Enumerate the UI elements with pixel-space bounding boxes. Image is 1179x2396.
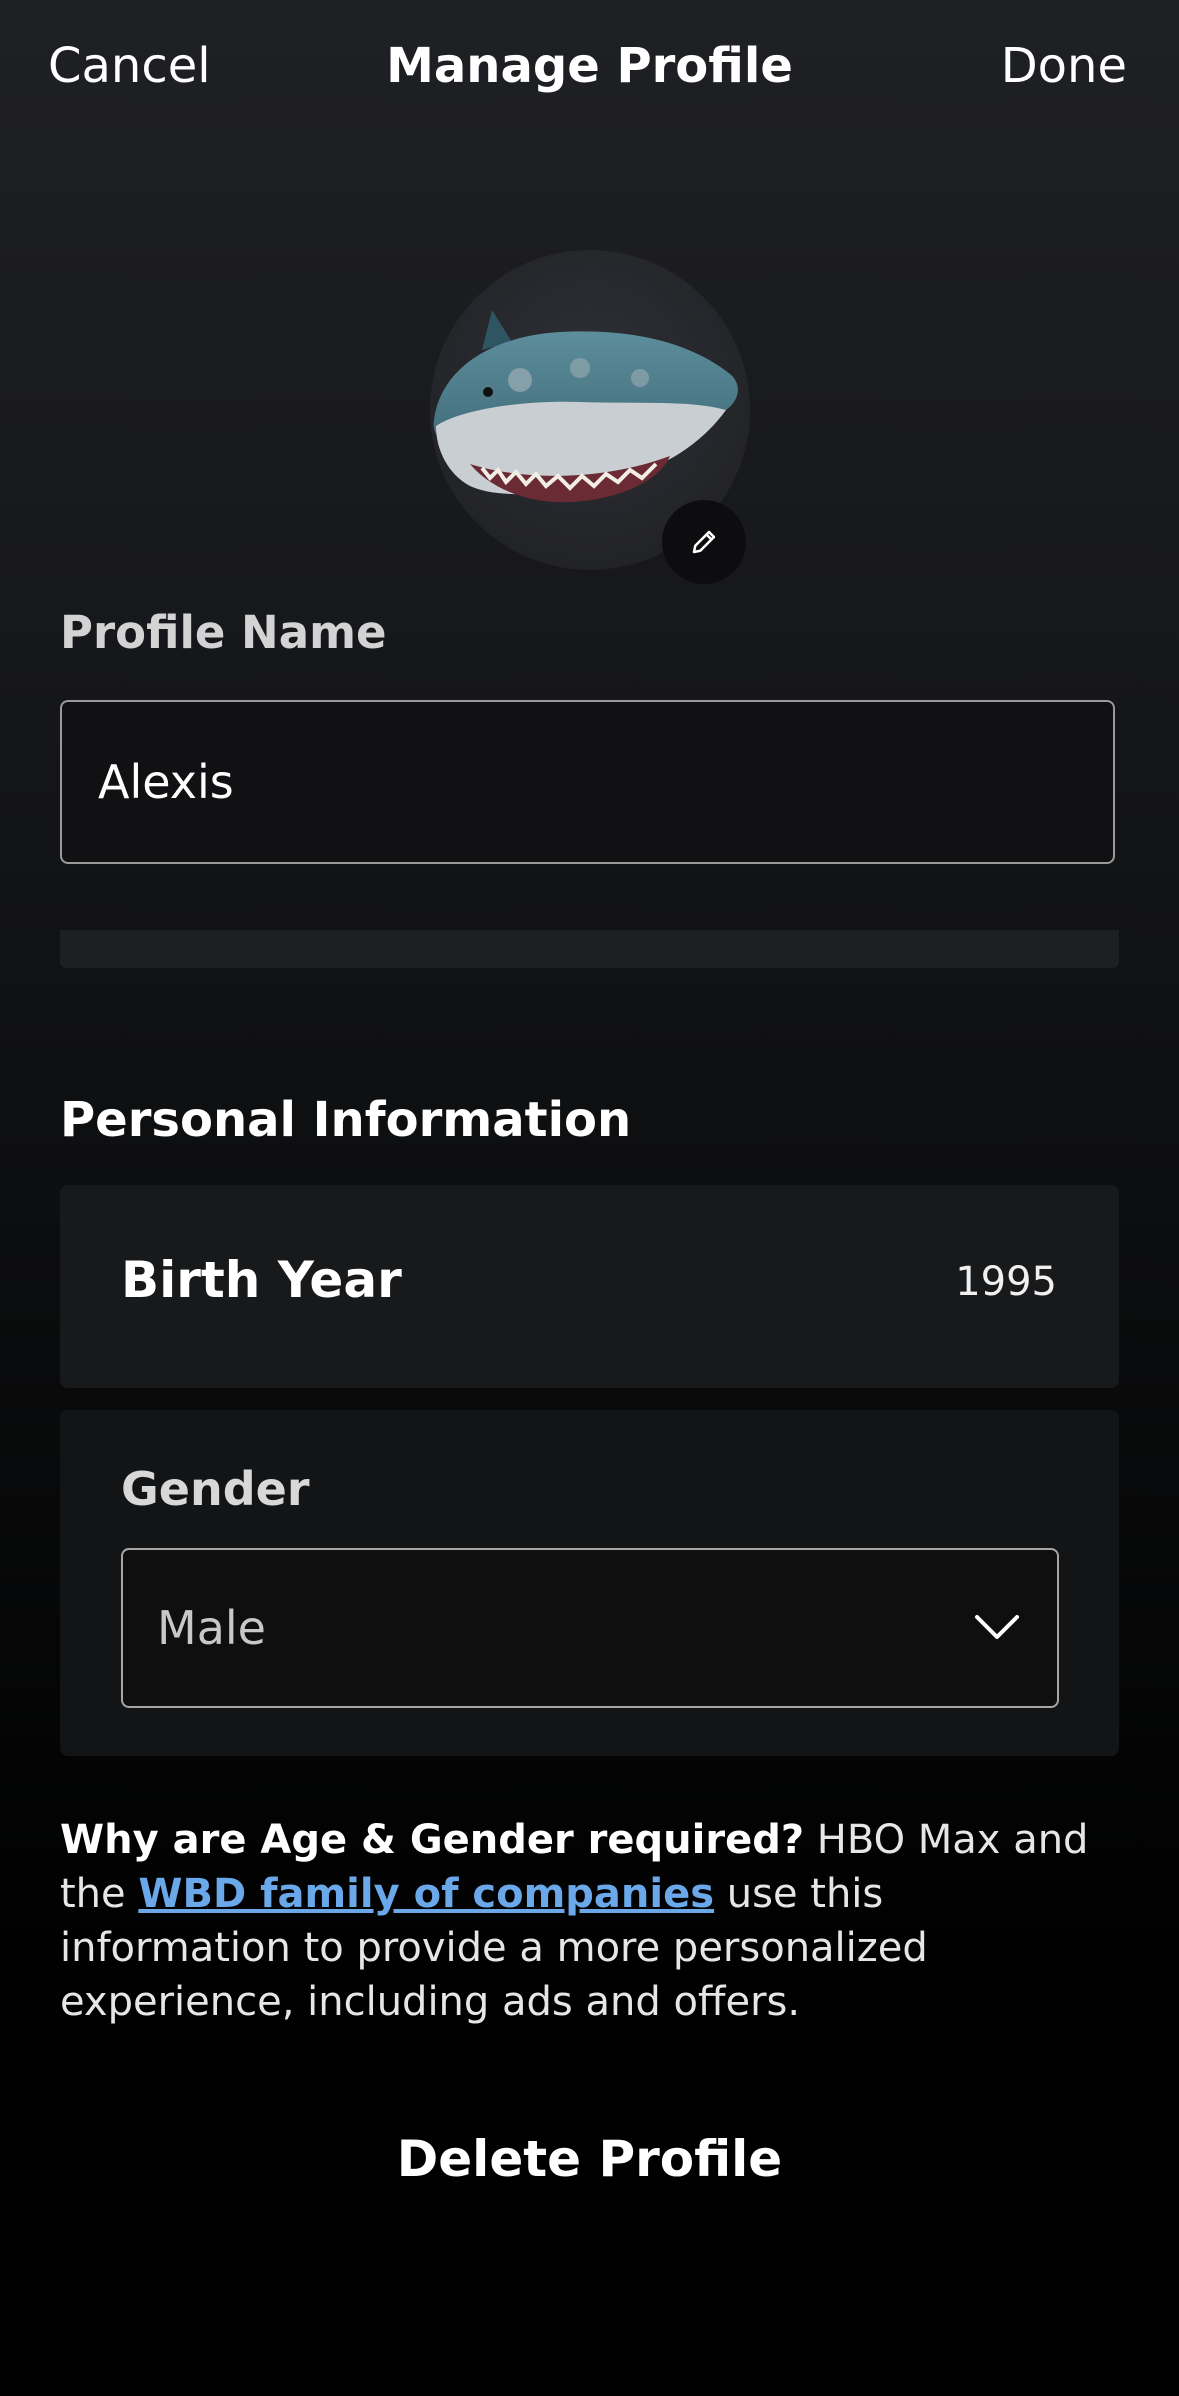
gender-select[interactable]: Male (121, 1548, 1059, 1708)
edit-avatar-button[interactable] (662, 500, 746, 584)
profile-name-input[interactable] (96, 754, 1113, 810)
gender-selected-value: Male (157, 1601, 266, 1655)
gender-card: Gender Male (60, 1410, 1119, 1756)
birth-year-row[interactable]: Birth Year 1995 (60, 1185, 1119, 1388)
done-button[interactable]: Done (1001, 38, 1127, 94)
section-divider (60, 930, 1119, 968)
personal-information-heading: Personal Information (60, 1092, 632, 1148)
wbd-family-link[interactable]: WBD family of companies (138, 1871, 714, 1917)
age-gender-info-text: Why are Age & Gender required? HBO Max a… (60, 1813, 1120, 2029)
birth-year-label: Birth Year (121, 1251, 402, 1309)
chevron-down-icon (973, 1613, 1021, 1643)
profile-name-field[interactable] (60, 700, 1115, 864)
info-question: Why are Age & Gender required? (60, 1817, 805, 1863)
pencil-icon (692, 530, 716, 554)
birth-year-value: 1995 (955, 1259, 1057, 1305)
gender-label: Gender (121, 1462, 310, 1516)
profile-name-label: Profile Name (60, 606, 387, 659)
delete-profile-button[interactable]: Delete Profile (0, 2130, 1179, 2188)
